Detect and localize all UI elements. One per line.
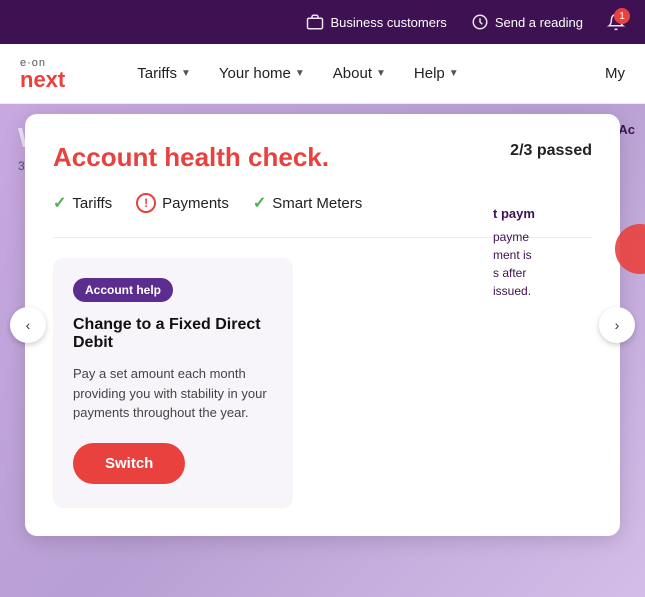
check-smart-meters: ✓ Smart Meters <box>253 193 362 213</box>
nav-help[interactable]: Help ▼ <box>402 57 471 90</box>
payment-info: t paym payme ment is s after issued. <box>485 204 645 300</box>
card-tag: Account help <box>73 278 173 302</box>
nav-your-home[interactable]: Your home ▼ <box>207 57 317 90</box>
help-chevron-icon: ▼ <box>449 68 459 79</box>
nav-bar: e·on next Tariffs ▼ Your home ▼ About ▼ … <box>0 44 645 104</box>
business-customers-link[interactable]: Business customers <box>306 13 446 31</box>
logo-next: next <box>20 69 65 91</box>
smart-meters-check-icon: ✓ <box>253 193 266 213</box>
carousel-prev-button[interactable]: ‹ <box>10 307 46 343</box>
payment-line3: s after <box>493 264 637 282</box>
about-chevron-icon: ▼ <box>376 68 386 79</box>
tariffs-label: Tariffs <box>137 65 177 82</box>
check-tariffs-label: Tariffs <box>72 195 112 212</box>
card-title: Change to a Fixed Direct Debit <box>73 316 273 352</box>
check-payments-label: Payments <box>162 195 229 212</box>
payment-line1: payme <box>493 228 637 246</box>
tariffs-chevron-icon: ▼ <box>181 68 191 79</box>
nav-tariffs[interactable]: Tariffs ▼ <box>125 57 203 90</box>
send-reading-label: Send a reading <box>495 15 583 30</box>
notification-count: 1 <box>614 8 630 24</box>
check-payments: ! Payments <box>136 193 229 213</box>
your-home-label: Your home <box>219 65 291 82</box>
modal-header: Account health check. 2/3 passed <box>53 142 592 173</box>
tariff-check-icon: ✓ <box>53 193 66 213</box>
payment-line4: issued. <box>493 282 637 300</box>
right-content-partial: Ac <box>618 122 635 137</box>
check-tariffs: ✓ Tariffs <box>53 193 112 213</box>
nav-about[interactable]: About ▼ <box>321 57 398 90</box>
my-label: My <box>605 65 625 82</box>
switch-button[interactable]: Switch <box>73 443 185 484</box>
payment-line2: ment is <box>493 246 637 264</box>
about-label: About <box>333 65 372 82</box>
carousel-next-button[interactable]: › <box>599 307 635 343</box>
meter-icon <box>471 13 489 31</box>
logo[interactable]: e·on next <box>20 57 65 91</box>
main-background: Wo 392 G... Ac Account health check. 2/3… <box>0 104 645 597</box>
health-check-modal: Account health check. 2/3 passed ✓ Tarif… <box>25 114 620 536</box>
check-smart-meters-label: Smart Meters <box>272 195 362 212</box>
modal-title: Account health check. <box>53 142 329 173</box>
your-home-chevron-icon: ▼ <box>295 68 305 79</box>
payments-warning-icon: ! <box>136 193 156 213</box>
business-customers-label: Business customers <box>330 15 446 30</box>
help-label: Help <box>414 65 445 82</box>
card-description: Pay a set amount each month providing yo… <box>73 364 273 423</box>
nav-items: Tariffs ▼ Your home ▼ About ▼ Help ▼ <box>125 57 605 90</box>
send-reading-link[interactable]: Send a reading <box>471 13 583 31</box>
briefcase-icon <box>306 13 324 31</box>
nav-my[interactable]: My <box>605 65 625 82</box>
notifications-link[interactable]: 1 <box>607 13 625 31</box>
payment-title: t paym <box>493 204 637 224</box>
account-help-card: Account help Change to a Fixed Direct De… <box>53 258 293 508</box>
passed-badge: 2/3 passed <box>510 142 592 160</box>
top-bar: Business customers Send a reading 1 <box>0 0 645 44</box>
